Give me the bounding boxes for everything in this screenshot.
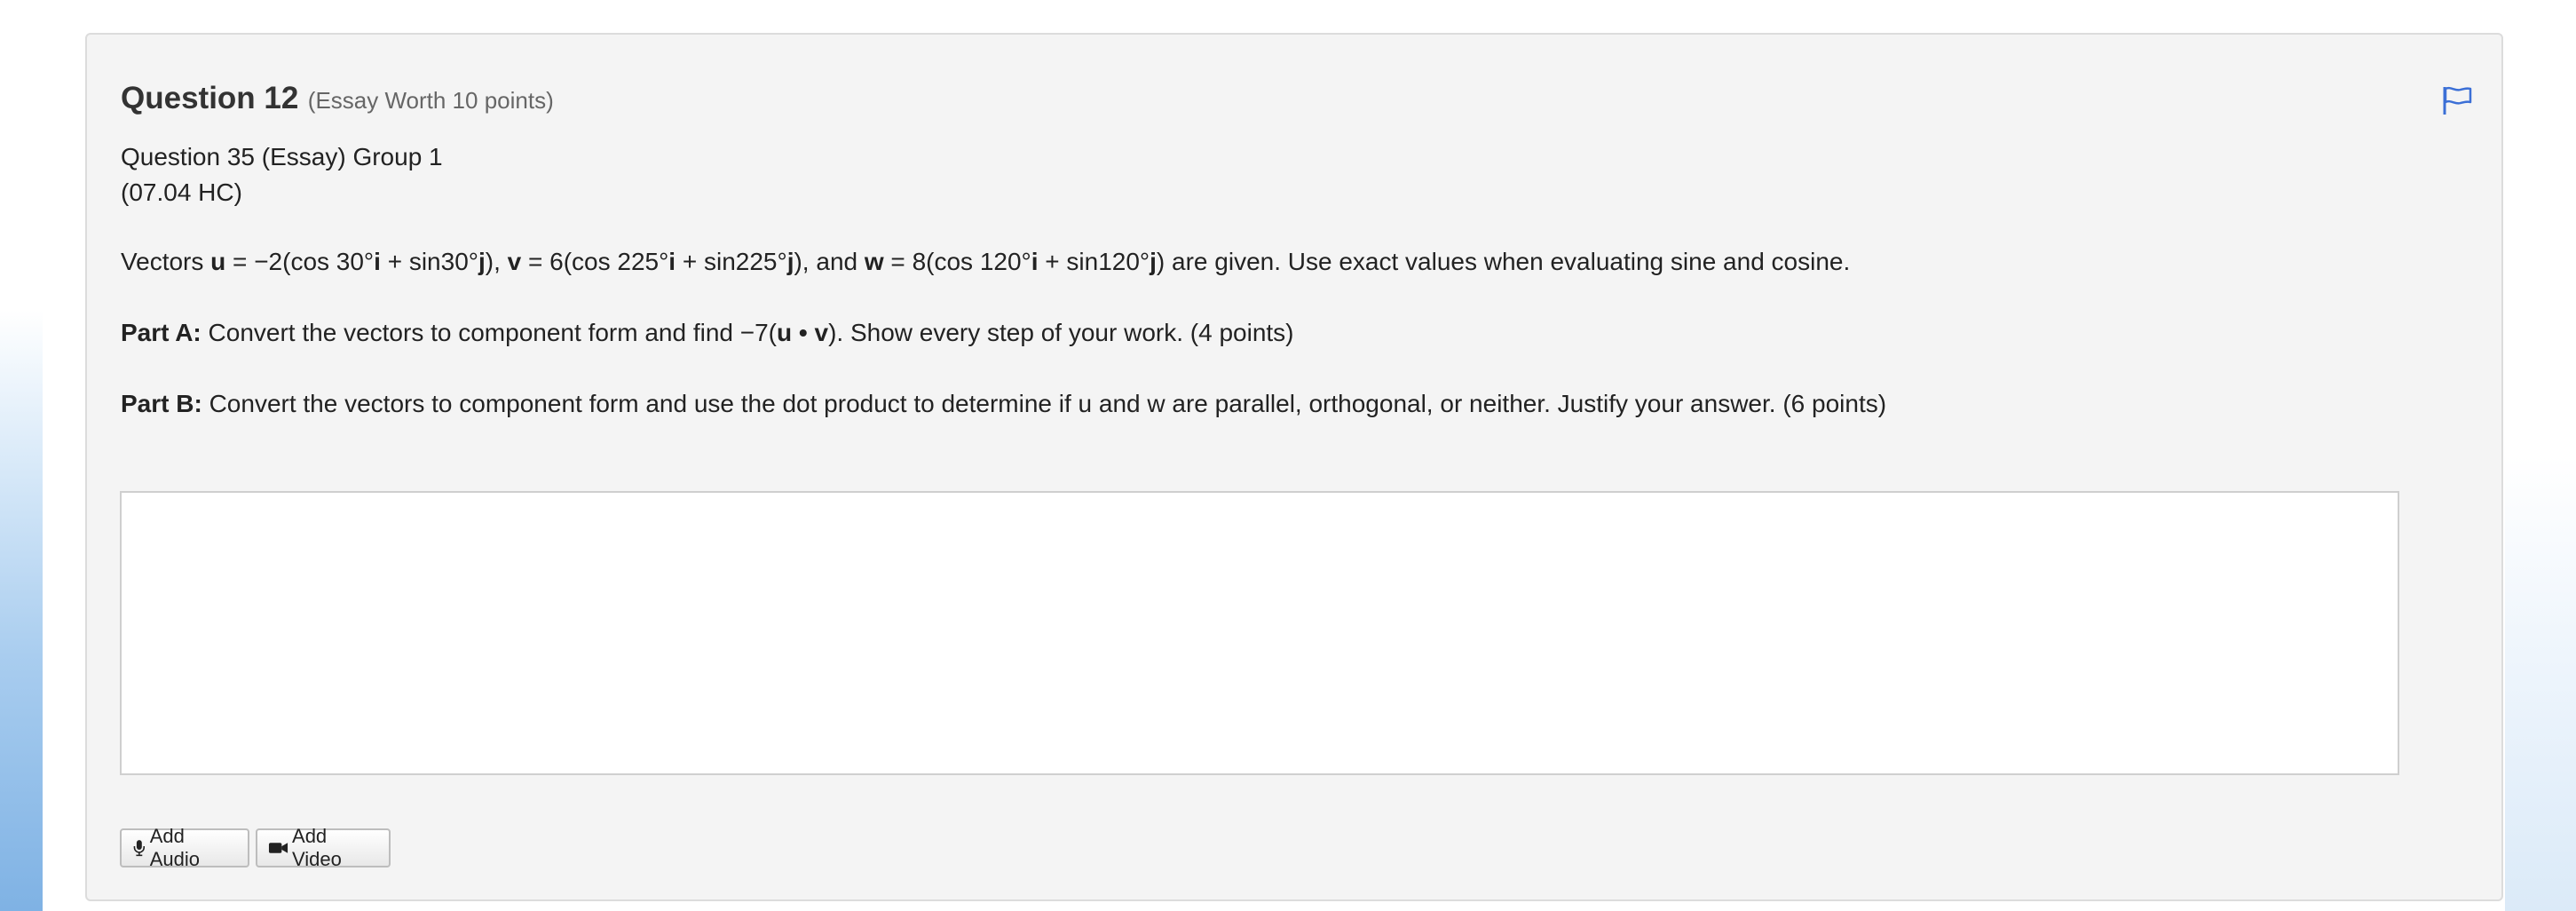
question-card: Question 12 (Essay Worth 10 points) Ques… — [85, 33, 2503, 901]
prompt-text: + sin225° — [676, 248, 787, 275]
part-a-label: Part A: — [121, 319, 201, 346]
add-video-button[interactable]: Add Video — [256, 825, 391, 870]
unit-j: j — [478, 248, 486, 275]
vector-u: u — [210, 248, 226, 275]
unit-j: j — [1150, 248, 1157, 275]
question-header: Question 12 (Essay Worth 10 points) — [121, 81, 554, 116]
add-audio-button[interactable]: Add Audio — [120, 825, 249, 870]
add-video-label: Add Video — [292, 825, 342, 870]
prompt-text: Vectors — [121, 248, 211, 275]
part-a: Part A: Convert the vectors to component… — [121, 315, 1294, 351]
video-camera-icon — [268, 843, 288, 853]
dot-operator: • — [792, 319, 815, 346]
essay-answer-input[interactable] — [120, 491, 2399, 775]
background-right-gradient — [2505, 0, 2576, 911]
part-b: Part B: Convert the vectors to component… — [121, 386, 1886, 422]
unit-i: i — [668, 248, 676, 275]
vector-u: u — [777, 319, 793, 346]
prompt-text: ), — [485, 248, 508, 275]
part-b-label: Part B: — [121, 390, 202, 417]
prompt-text: + sin30° — [380, 248, 478, 275]
vector-w: w — [864, 248, 884, 275]
part-b-text: Convert the vectors to component form an… — [201, 390, 1887, 417]
unit-i: i — [1031, 248, 1039, 275]
flag-icon — [2443, 86, 2472, 115]
prompt-text: = 8(cos 120° — [883, 248, 1031, 275]
question-worth: (Essay Worth 10 points) — [307, 87, 554, 114]
prompt-text: = −2(cos 30° — [225, 248, 375, 275]
flag-question-button[interactable] — [2441, 84, 2473, 116]
background-left-gradient — [0, 0, 43, 911]
question-code-line: (07.04 HC) — [121, 178, 242, 206]
prompt-text: = 6(cos 225° — [521, 248, 669, 275]
part-a-text: ). Show every step of your work. (4 poin… — [828, 319, 1294, 346]
prompt-text: + sin120° — [1038, 248, 1150, 275]
microphone-icon — [133, 840, 146, 857]
add-audio-label: Add Audio — [149, 825, 200, 870]
vector-v: v — [814, 319, 829, 346]
prompt-text: ), and — [794, 248, 865, 275]
prompt-text: ) are given. Use exact values when evalu… — [1156, 248, 1851, 275]
question-title: Question 12 — [121, 81, 299, 115]
question-group-line: Question 35 (Essay) Group 1 — [121, 143, 443, 170]
part-a-text: Convert the vectors to component form an… — [201, 319, 777, 346]
unit-i: i — [374, 248, 381, 275]
question-prompt: Vectors u = −2(cos 30°i + sin30°j), v = … — [121, 244, 1850, 280]
vector-v: v — [507, 248, 522, 275]
